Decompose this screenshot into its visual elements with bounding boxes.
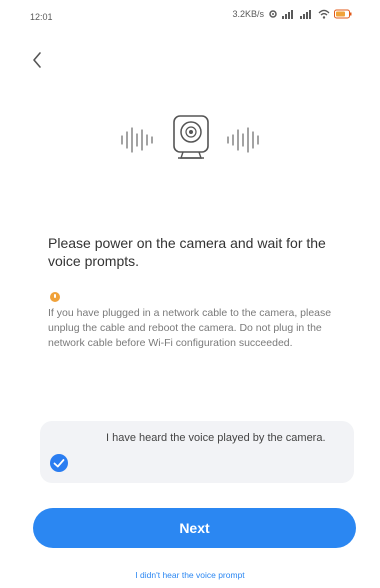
- next-button[interactable]: Next: [33, 508, 356, 548]
- settings-icon: [269, 10, 277, 18]
- warning-icon: [50, 292, 60, 302]
- cellular-signal-icon: [282, 10, 293, 19]
- confirm-label: I have heard the voice played by the cam…: [106, 432, 326, 444]
- warning-text: If you have plugged in a network cable t…: [48, 307, 332, 349]
- hero-illustration: [0, 112, 380, 172]
- wifi-icon: [318, 9, 330, 19]
- no-voice-prompt-link[interactable]: I didn't hear the voice prompt: [0, 570, 380, 580]
- battery-icon: [334, 9, 352, 19]
- check-icon: [53, 459, 65, 468]
- camera-icon: [173, 115, 209, 159]
- instruction-text: Please power on the camera and wait for …: [48, 235, 326, 269]
- back-button[interactable]: [28, 48, 48, 72]
- network-speed: 3.2KB/s: [232, 9, 264, 19]
- status-time: 12:01: [30, 12, 53, 22]
- status-bar: 12:01 3.2KB/s: [0, 0, 380, 34]
- cellular-signal-icon: [300, 10, 311, 19]
- chevron-left-icon: [33, 52, 41, 68]
- voice-prompt-screen: 12:01 3.2KB/s Please power on the camera…: [0, 0, 380, 588]
- status-icons: 3.2KB/s: [232, 9, 352, 19]
- checkbox[interactable]: [50, 454, 68, 472]
